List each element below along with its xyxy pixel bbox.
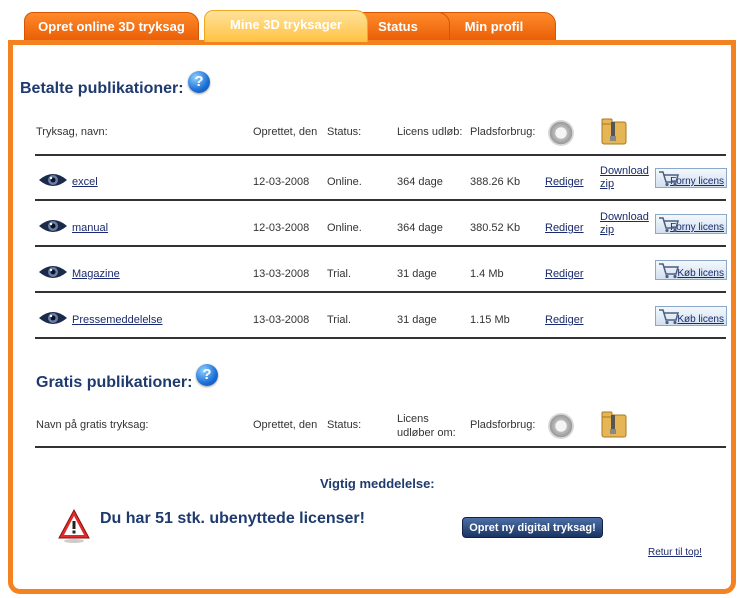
back-to-top-link[interactable]: Retur til top! (648, 547, 702, 558)
header-license: Licens udløb: (397, 126, 463, 138)
help-icon[interactable]: ? (188, 71, 210, 93)
header-created: Oprettet, den (253, 126, 318, 138)
space-usage: 1.4 Mb (470, 268, 504, 280)
tab-my-profile[interactable]: Min profil (432, 12, 556, 40)
preview-eye-icon[interactable] (38, 310, 68, 326)
free-header-license: Licens udløber om: (397, 413, 456, 439)
zip-folder-icon (601, 411, 627, 438)
license-button[interactable]: Køb licens (655, 306, 727, 326)
edit-link[interactable]: Rediger (545, 268, 584, 280)
license-expiry: 364 dage (397, 176, 443, 188)
notice-title: Vigtig meddelelse: (320, 476, 435, 491)
free-section-title: Gratis publikationer: (36, 374, 193, 391)
create-new-print-button[interactable]: Opret ny digital tryksag! (462, 517, 603, 538)
shopping-cart-icon (659, 171, 679, 187)
license-expiry: 31 dage (397, 314, 437, 326)
status-value: Trial. (327, 314, 352, 326)
edit-link[interactable]: Rediger (545, 176, 584, 188)
tab-create-online[interactable]: Opret online 3D tryksag (24, 12, 199, 40)
license-expiry: 31 dage (397, 268, 437, 280)
license-expiry: 364 dage (397, 222, 443, 234)
edit-link[interactable]: Rediger (545, 222, 584, 234)
settings-gear-icon (548, 413, 574, 439)
space-usage: 1.15 Mb (470, 314, 510, 326)
unused-licenses-message: Du har 51 stk. ubenyttede licenser! (100, 510, 365, 527)
download-zip-link[interactable]: Download zip (600, 165, 652, 191)
publication-name-link[interactable]: manual (72, 222, 108, 234)
row-divider (35, 291, 726, 293)
preview-eye-icon[interactable] (38, 172, 68, 188)
license-button-label: Køb licens (677, 268, 724, 279)
created-date: 12-03-2008 (253, 222, 310, 234)
zip-folder-icon (601, 118, 627, 145)
publication-name-link[interactable]: Magazine (72, 268, 120, 280)
license-button[interactable]: Forny licens (655, 168, 727, 188)
license-button[interactable]: Forny licens (655, 214, 727, 234)
header-name: Tryksag, navn: (36, 126, 108, 138)
edit-link[interactable]: Rediger (545, 314, 584, 326)
header-space: Pladsforbrug: (470, 126, 536, 138)
created-date: 13-03-2008 (253, 314, 310, 326)
free-header-name: Navn på gratis tryksag: (36, 419, 149, 431)
license-button[interactable]: Køb licens (655, 260, 727, 280)
shopping-cart-icon (659, 217, 679, 233)
license-button-label: Køb licens (677, 314, 724, 325)
status-value: Online. (327, 222, 362, 234)
row-divider (35, 245, 726, 247)
paid-section-title: Betalte publikationer: (20, 80, 184, 97)
preview-eye-icon[interactable] (38, 264, 68, 280)
row-divider (35, 337, 726, 339)
header-status: Status: (327, 126, 362, 138)
settings-gear-icon (548, 120, 574, 146)
download-zip-link[interactable]: Download zip (600, 211, 652, 237)
warning-icon (58, 508, 90, 543)
created-date: 13-03-2008 (253, 268, 310, 280)
help-icon[interactable]: ? (196, 364, 218, 386)
shopping-cart-icon (659, 263, 679, 279)
space-usage: 388.26 Kb (470, 176, 521, 188)
shopping-cart-icon (659, 309, 679, 325)
free-header-created: Oprettet, den (253, 419, 318, 431)
publication-name-link[interactable]: Pressemeddelelse (72, 314, 163, 326)
tab-my-3d-prints[interactable]: Mine 3D tryksager (204, 10, 368, 42)
header-divider (35, 154, 726, 156)
publication-name-link[interactable]: excel (72, 176, 98, 188)
space-usage: 380.52 Kb (470, 222, 521, 234)
created-date: 12-03-2008 (253, 176, 310, 188)
row-divider (35, 199, 726, 201)
preview-eye-icon[interactable] (38, 218, 68, 234)
free-header-space: Pladsforbrug: (470, 419, 536, 431)
status-value: Trial. (327, 268, 352, 280)
free-header-status: Status: (327, 419, 362, 431)
status-value: Online. (327, 176, 362, 188)
free-header-divider (35, 446, 726, 448)
